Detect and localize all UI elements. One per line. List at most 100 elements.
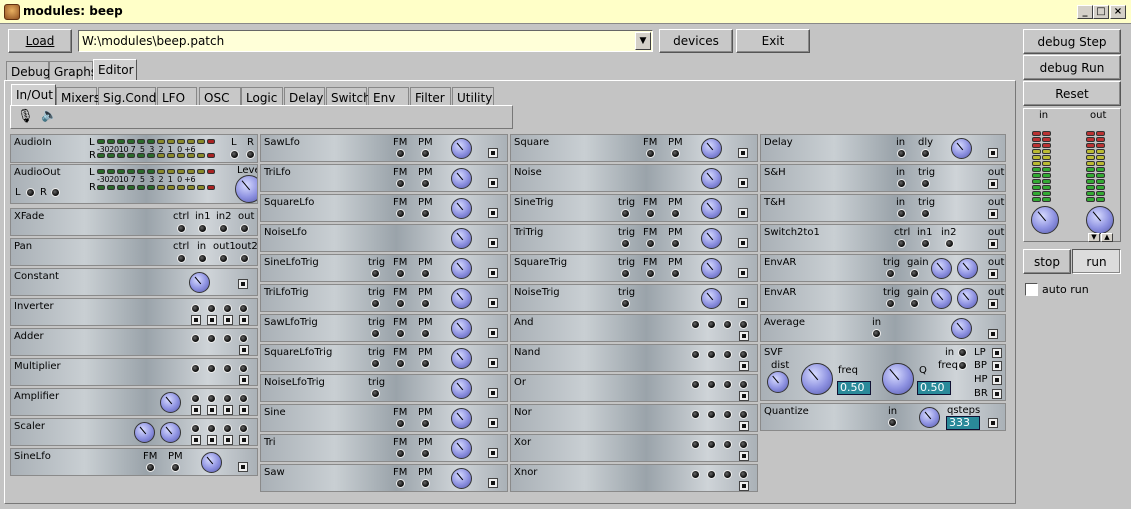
fm-port[interactable] bbox=[396, 359, 405, 368]
in-port[interactable] bbox=[223, 334, 232, 343]
tab-logic[interactable]: Logic bbox=[241, 87, 283, 107]
in-port[interactable] bbox=[223, 304, 232, 313]
out-port[interactable] bbox=[988, 299, 998, 309]
pm-port[interactable] bbox=[421, 359, 430, 368]
in-port[interactable] bbox=[958, 348, 967, 357]
freq-knob[interactable] bbox=[451, 138, 472, 159]
out-port[interactable] bbox=[988, 148, 998, 158]
release-knob[interactable] bbox=[957, 288, 978, 309]
in-port[interactable] bbox=[691, 470, 700, 479]
in-port[interactable] bbox=[691, 410, 700, 419]
out1-port[interactable] bbox=[219, 254, 228, 263]
bp-port[interactable] bbox=[992, 361, 1002, 371]
in-port[interactable] bbox=[707, 320, 716, 329]
module-nand[interactable]: Nand bbox=[510, 344, 758, 372]
freq-knob[interactable] bbox=[701, 258, 722, 279]
in-port[interactable] bbox=[723, 470, 732, 479]
input-level-knob[interactable] bbox=[1031, 206, 1059, 234]
module-svf[interactable]: SVF dist freq 0.50 Q 0.50 in freq LP BP … bbox=[760, 344, 1006, 401]
out2-port[interactable] bbox=[240, 254, 249, 263]
freq-knob[interactable] bbox=[701, 168, 722, 189]
pm-port[interactable] bbox=[421, 179, 430, 188]
fm-port[interactable] bbox=[396, 449, 405, 458]
freq-knob[interactable] bbox=[451, 258, 472, 279]
out-port[interactable] bbox=[738, 268, 748, 278]
out-port[interactable] bbox=[988, 209, 998, 219]
in-port[interactable] bbox=[191, 334, 200, 343]
out-port[interactable] bbox=[488, 208, 498, 218]
tab-env[interactable]: Env bbox=[368, 87, 409, 107]
tab-filter[interactable]: Filter bbox=[410, 87, 451, 107]
tab-mixers[interactable]: Mixers bbox=[56, 87, 100, 107]
out-port[interactable] bbox=[488, 298, 498, 308]
freq-knob[interactable] bbox=[451, 318, 472, 339]
out-port[interactable] bbox=[738, 178, 748, 188]
ctrl-port[interactable] bbox=[177, 224, 186, 233]
q-knob[interactable] bbox=[882, 363, 914, 395]
fm-port[interactable] bbox=[396, 419, 405, 428]
in-port[interactable] bbox=[198, 254, 207, 263]
br-port[interactable] bbox=[992, 389, 1002, 399]
fm-port[interactable] bbox=[396, 269, 405, 278]
auto-run-checkbox[interactable] bbox=[1025, 283, 1038, 296]
release-knob[interactable] bbox=[957, 258, 978, 279]
out-port[interactable] bbox=[988, 269, 998, 279]
tab-lfo[interactable]: LFO bbox=[157, 87, 197, 107]
in-port[interactable] bbox=[239, 304, 248, 313]
out-port[interactable] bbox=[488, 238, 498, 248]
module-noiselfotrig[interactable]: NoiseLfoTrig trig bbox=[260, 374, 508, 402]
out-port[interactable] bbox=[488, 418, 498, 428]
tab-graphs[interactable]: Graphs bbox=[49, 61, 97, 81]
in-port[interactable] bbox=[691, 320, 700, 329]
output-level-knob[interactable] bbox=[1086, 206, 1114, 234]
pm-port[interactable] bbox=[421, 479, 430, 488]
freq-knob[interactable] bbox=[451, 408, 472, 429]
out-port[interactable] bbox=[191, 315, 201, 325]
freq-port[interactable] bbox=[958, 361, 967, 370]
in1-port[interactable] bbox=[921, 239, 930, 248]
exit-button[interactable]: Exit bbox=[736, 29, 810, 53]
in-port[interactable] bbox=[739, 350, 748, 359]
in-port[interactable] bbox=[739, 440, 748, 449]
ctrl-port[interactable] bbox=[897, 239, 906, 248]
dist-knob[interactable] bbox=[767, 371, 789, 393]
module-amplifier[interactable]: Amplifier bbox=[10, 388, 258, 416]
module-average[interactable]: Average in bbox=[760, 314, 1006, 342]
in-port[interactable] bbox=[239, 364, 248, 373]
out-port[interactable] bbox=[239, 405, 249, 415]
microphone-icon[interactable]: 🎙 bbox=[17, 109, 34, 124]
freq-knob[interactable] bbox=[701, 198, 722, 219]
scale-knob[interactable] bbox=[134, 422, 155, 443]
module-nor[interactable]: Nor bbox=[510, 404, 758, 432]
out-port[interactable] bbox=[488, 478, 498, 488]
out-port[interactable] bbox=[488, 388, 498, 398]
in-port[interactable] bbox=[723, 320, 732, 329]
module-tritrig[interactable]: TriTrig trig FM PM bbox=[510, 224, 758, 252]
trig-port[interactable] bbox=[921, 179, 930, 188]
pm-port[interactable] bbox=[421, 449, 430, 458]
fm-port[interactable] bbox=[646, 209, 655, 218]
out-port[interactable] bbox=[488, 178, 498, 188]
patch-path-combo[interactable]: W:\modules\beep.patch ▼ bbox=[78, 30, 653, 52]
out-port[interactable] bbox=[223, 405, 233, 415]
freq-knob[interactable] bbox=[451, 468, 472, 489]
out-port[interactable] bbox=[238, 462, 248, 472]
out-port[interactable] bbox=[739, 331, 749, 341]
in-port[interactable] bbox=[207, 304, 216, 313]
in-port[interactable] bbox=[191, 394, 200, 403]
run-button[interactable]: run bbox=[1072, 249, 1121, 274]
load-button[interactable]: Load bbox=[8, 29, 72, 53]
trig-port[interactable] bbox=[621, 299, 630, 308]
module-noiselfo[interactable]: NoiseLfo bbox=[260, 224, 508, 252]
in2-port[interactable] bbox=[219, 224, 228, 233]
out-port[interactable] bbox=[239, 315, 249, 325]
out-port[interactable] bbox=[739, 451, 749, 461]
trig-port[interactable] bbox=[371, 329, 380, 338]
module-sawlfotrig[interactable]: SawLfoTrig trig FM PM bbox=[260, 314, 508, 342]
in-port[interactable] bbox=[191, 304, 200, 313]
module-and[interactable]: And bbox=[510, 314, 758, 342]
freq-knob[interactable] bbox=[701, 288, 722, 309]
out-port[interactable] bbox=[488, 328, 498, 338]
freq-knob[interactable] bbox=[451, 438, 472, 459]
in-port[interactable] bbox=[191, 364, 200, 373]
